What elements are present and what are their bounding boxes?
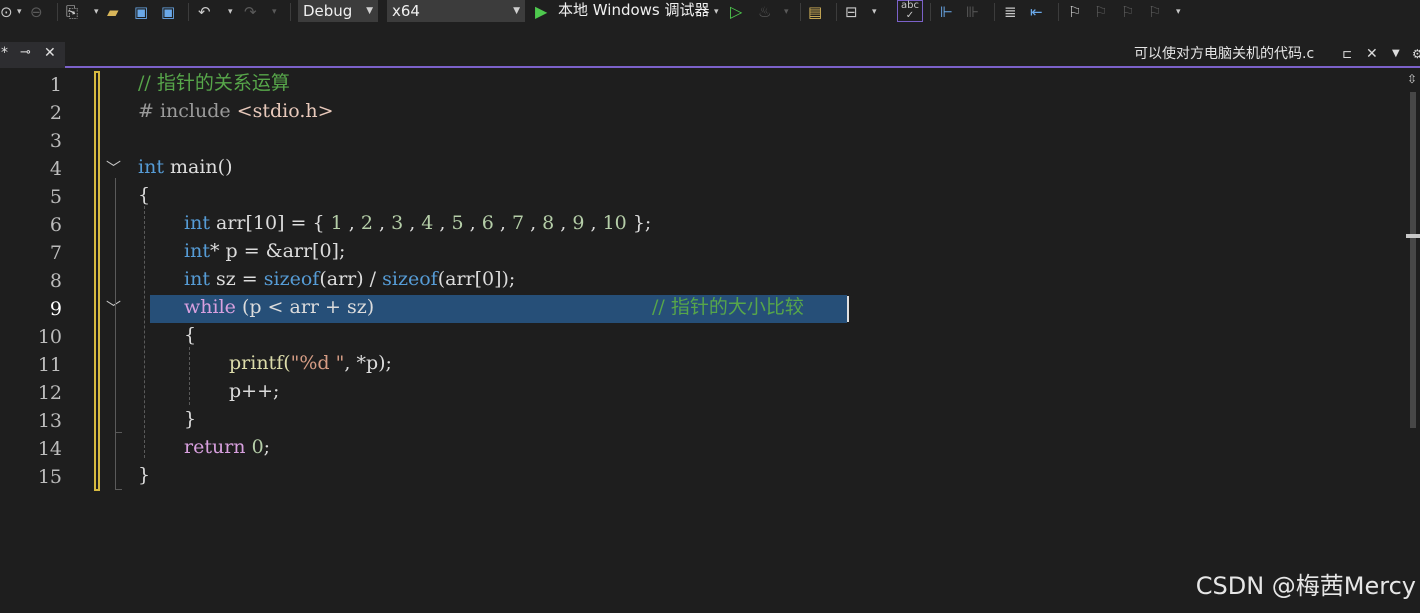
code-line-5: { bbox=[138, 184, 151, 206]
hot-reload-dropdown-icon[interactable]: ▾ bbox=[784, 2, 789, 22]
watermark: CSDN @梅茜Mercy bbox=[1195, 572, 1416, 600]
code-line-10: { bbox=[184, 324, 197, 346]
code-line-14: return 0; bbox=[184, 436, 271, 458]
line-number-current: 9 bbox=[49, 298, 62, 320]
code-line-9: while (p < arr + sz) bbox=[184, 296, 375, 318]
code-line-4: int main() bbox=[138, 156, 233, 178]
modified-marker: * bbox=[1, 45, 8, 61]
code-line-9-comment: // 指针的大小比较 bbox=[652, 296, 804, 318]
line-number: 13 bbox=[37, 410, 62, 432]
tab-list-dropdown-icon[interactable]: ▼ bbox=[1392, 43, 1400, 65]
new-dropdown-icon[interactable]: ▾ bbox=[94, 2, 99, 22]
forward-nav-icon[interactable]: ⊙ bbox=[0, 2, 13, 22]
promote-tab-icon[interactable]: ⊏ bbox=[1342, 43, 1352, 65]
line-number: 2 bbox=[49, 102, 62, 124]
save-icon[interactable]: ▣ bbox=[134, 2, 148, 22]
solution-explorer-icon[interactable]: ▤ bbox=[808, 2, 822, 22]
configuration-value: Debug bbox=[303, 2, 353, 20]
save-all-icon[interactable]: ▣ bbox=[161, 2, 175, 22]
configuration-select[interactable]: Debug ▼ bbox=[298, 0, 378, 22]
close-icon[interactable]: ✕ bbox=[44, 45, 56, 61]
code-line-2: # include <stdio.h> bbox=[138, 100, 334, 122]
split-window-icon[interactable]: ⇳ bbox=[1407, 72, 1417, 86]
text-cursor bbox=[847, 296, 849, 322]
next-bookmark-icon[interactable]: ⚐ bbox=[1121, 2, 1134, 22]
redo-icon[interactable]: ↷ bbox=[244, 2, 257, 22]
layout-dropdown-icon[interactable]: ▾ bbox=[872, 2, 877, 22]
start-debug-icon[interactable]: ▶ bbox=[535, 2, 547, 22]
hot-reload-icon[interactable]: ♨ bbox=[758, 2, 771, 22]
line-number: 5 bbox=[49, 186, 62, 208]
start-debugger-button[interactable]: 本地 Windows 调试器 bbox=[558, 0, 710, 20]
code-line-11: printf("%d ", *p); bbox=[229, 352, 392, 374]
scrollbar-thumb[interactable] bbox=[1410, 92, 1416, 428]
code-line-12: p++; bbox=[229, 380, 280, 402]
outdent-icon[interactable]: ⇤ bbox=[1030, 2, 1043, 22]
open-folder-icon[interactable]: ▰ bbox=[107, 2, 119, 22]
platform-value: x64 bbox=[392, 2, 420, 20]
caret-position-marker bbox=[1406, 234, 1420, 238]
code-editor[interactable]: 1 2 3 4 5 6 7 8 9 10 11 12 13 14 15 ﹀ ﹀ … bbox=[0, 68, 1406, 613]
undo-icon[interactable]: ↶ bbox=[198, 2, 211, 22]
line-number: 4 bbox=[49, 158, 62, 180]
prev-bookmark-icon[interactable]: ⚐ bbox=[1094, 2, 1107, 22]
line-number: 8 bbox=[49, 270, 62, 292]
debugger-dropdown-icon[interactable]: ▾ bbox=[714, 2, 719, 22]
code-line-8: int sz = sizeof(arr) / sizeof(arr[0]); bbox=[184, 268, 516, 290]
toolbar-overflow-icon[interactable]: ▾ bbox=[1176, 2, 1181, 22]
settings-gear-icon[interactable]: ⚙ bbox=[1412, 43, 1420, 65]
line-number: 6 bbox=[49, 214, 62, 236]
collapse-chevron-icon[interactable]: ﹀ bbox=[106, 157, 121, 178]
start-without-debug-icon[interactable]: ▷ bbox=[730, 2, 742, 22]
collapse-chevron-icon[interactable]: ﹀ bbox=[106, 297, 121, 318]
line-number: 14 bbox=[37, 438, 62, 460]
indent-guide bbox=[144, 206, 145, 458]
clear-bookmarks-icon[interactable]: ⚐ bbox=[1148, 2, 1161, 22]
indent-guide bbox=[189, 347, 190, 405]
code-line-1: // 指针的关系运算 bbox=[138, 72, 290, 94]
indent-icon[interactable]: ≣ bbox=[1004, 2, 1017, 22]
pin-icon[interactable]: ⊸ bbox=[20, 45, 31, 60]
line-number: 12 bbox=[37, 382, 62, 404]
line-number: 7 bbox=[49, 242, 62, 264]
nav-forward-icon[interactable]: ⊖ bbox=[30, 2, 43, 22]
line-number: 10 bbox=[37, 326, 62, 348]
main-toolbar: ⊙ ▾ ⊖ ⎘ ▾ ▰ ▣ ▣ ↶ ▾ ↷ ▾ Debug ▼ x64 ▼ ▶ … bbox=[0, 0, 1420, 26]
redo-dropdown-icon[interactable]: ▾ bbox=[272, 2, 277, 22]
chevron-down-icon: ▼ bbox=[513, 6, 520, 16]
preview-tab-title[interactable]: 可以使对方电脑关机的代码.c bbox=[1134, 43, 1314, 65]
line-number: 15 bbox=[37, 466, 62, 488]
line-number: 3 bbox=[49, 130, 62, 152]
line-number: 1 bbox=[49, 74, 62, 96]
document-tab-bar: * ⊸ ✕ 可以使对方电脑关机的代码.c ⊏ ✕ ▼ ⚙ bbox=[0, 42, 1420, 68]
new-project-icon[interactable]: ⎘ bbox=[66, 2, 78, 22]
window-layout-icon[interactable]: ⊟ bbox=[845, 2, 858, 22]
spell-check-icon[interactable]: abc ✓ bbox=[897, 0, 923, 22]
undo-dropdown-icon[interactable]: ▾ bbox=[228, 2, 233, 22]
platform-select[interactable]: x64 ▼ bbox=[387, 0, 525, 22]
comment-icon[interactable]: ⊩ bbox=[940, 2, 953, 22]
nav-dropdown-icon[interactable]: ▾ bbox=[17, 2, 22, 22]
line-number: 11 bbox=[37, 354, 62, 376]
code-line-13: } bbox=[184, 408, 197, 430]
code-line-15: } bbox=[138, 464, 151, 486]
close-icon[interactable]: ✕ bbox=[1366, 43, 1378, 65]
chevron-down-icon: ▼ bbox=[366, 6, 373, 16]
code-line-6: int arr[10] = { 1 , 2 , 3 , 4 , 5 , 6 , … bbox=[184, 212, 652, 234]
code-line-7: int* p = &arr[0]; bbox=[184, 240, 346, 262]
uncomment-icon[interactable]: ⊪ bbox=[966, 2, 979, 22]
vertical-scrollbar[interactable]: ⇳ bbox=[1406, 68, 1420, 613]
active-document-tab[interactable]: * ⊸ ✕ bbox=[0, 42, 65, 68]
bookmark-icon[interactable]: ⚐ bbox=[1068, 2, 1081, 22]
